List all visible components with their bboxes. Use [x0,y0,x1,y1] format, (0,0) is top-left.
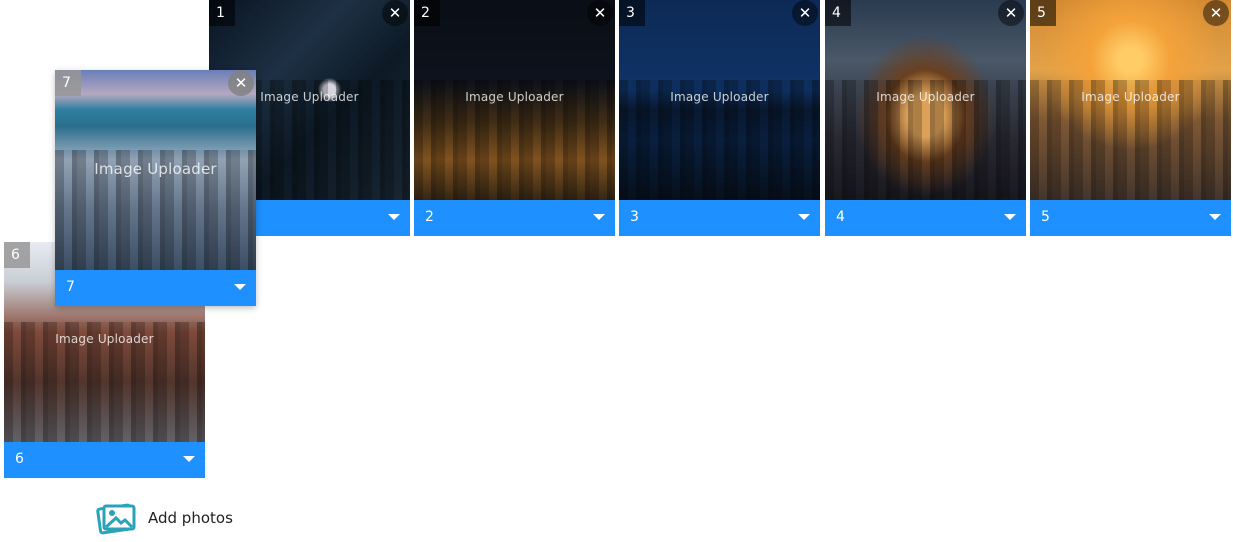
chevron-down-icon[interactable] [1209,214,1221,220]
photo-card-2[interactable]: Image Uploader 2 ✕ 2 [414,0,615,236]
chevron-down-icon[interactable] [798,214,810,220]
photos-icon [96,500,138,536]
caption-label: 4 [836,209,845,225]
chevron-down-icon[interactable] [234,284,246,290]
order-badge: 3 [619,0,645,26]
order-badge: 4 [825,0,851,26]
photo-card-3[interactable]: Image Uploader 3 ✕ 3 [619,0,820,236]
photo-thumbnail[interactable]: Image Uploader [55,70,256,270]
photo-card-5[interactable]: Image Uploader 5 ✕ 5 [1030,0,1231,236]
watermark-text: Image Uploader [1081,90,1180,104]
order-badge: 2 [414,0,440,26]
order-badge: 1 [209,0,235,26]
caption-bar[interactable]: 3 [619,200,820,236]
add-photos-button[interactable]: Add photos [96,500,233,536]
photo-card-7[interactable]: Image Uploader 7 ✕ 7 [55,70,256,306]
close-icon[interactable]: ✕ [998,0,1024,26]
caption-bar[interactable]: 5 [1030,200,1231,236]
watermark-text: Image Uploader [670,90,769,104]
chevron-down-icon[interactable] [1004,214,1016,220]
photo-thumbnail[interactable]: Image Uploader [825,0,1026,200]
watermark-text: Image Uploader [94,160,217,178]
close-icon[interactable]: ✕ [228,70,254,96]
close-icon[interactable]: ✕ [382,0,408,26]
caption-bar[interactable]: 4 [825,200,1026,236]
order-badge: 7 [55,70,81,96]
close-icon[interactable]: ✕ [792,0,818,26]
photo-thumbnail[interactable]: Image Uploader [619,0,820,200]
photo-thumbnail[interactable]: Image Uploader [1030,0,1231,200]
watermark-text: Image Uploader [465,90,564,104]
caption-label: 5 [1041,209,1050,225]
caption-bar[interactable]: 6 [4,442,205,478]
caption-bar[interactable]: 7 [55,270,256,306]
chevron-down-icon[interactable] [593,214,605,220]
chevron-down-icon[interactable] [388,214,400,220]
add-photos-label: Add photos [148,509,233,527]
close-icon[interactable]: ✕ [587,0,613,26]
photo-thumbnail[interactable]: Image Uploader [414,0,615,200]
caption-label: 7 [66,279,75,295]
order-badge: 6 [4,242,30,268]
order-badge: 5 [1030,0,1056,26]
watermark-text: Image Uploader [55,332,154,346]
photo-card-4[interactable]: Image Uploader 4 ✕ 4 [825,0,1026,236]
watermark-text: Image Uploader [876,90,975,104]
caption-label: 2 [425,209,434,225]
caption-label: 3 [630,209,639,225]
close-icon[interactable]: ✕ [1203,0,1229,26]
caption-bar[interactable]: 2 [414,200,615,236]
chevron-down-icon[interactable] [183,456,195,462]
caption-label: 6 [15,451,24,467]
